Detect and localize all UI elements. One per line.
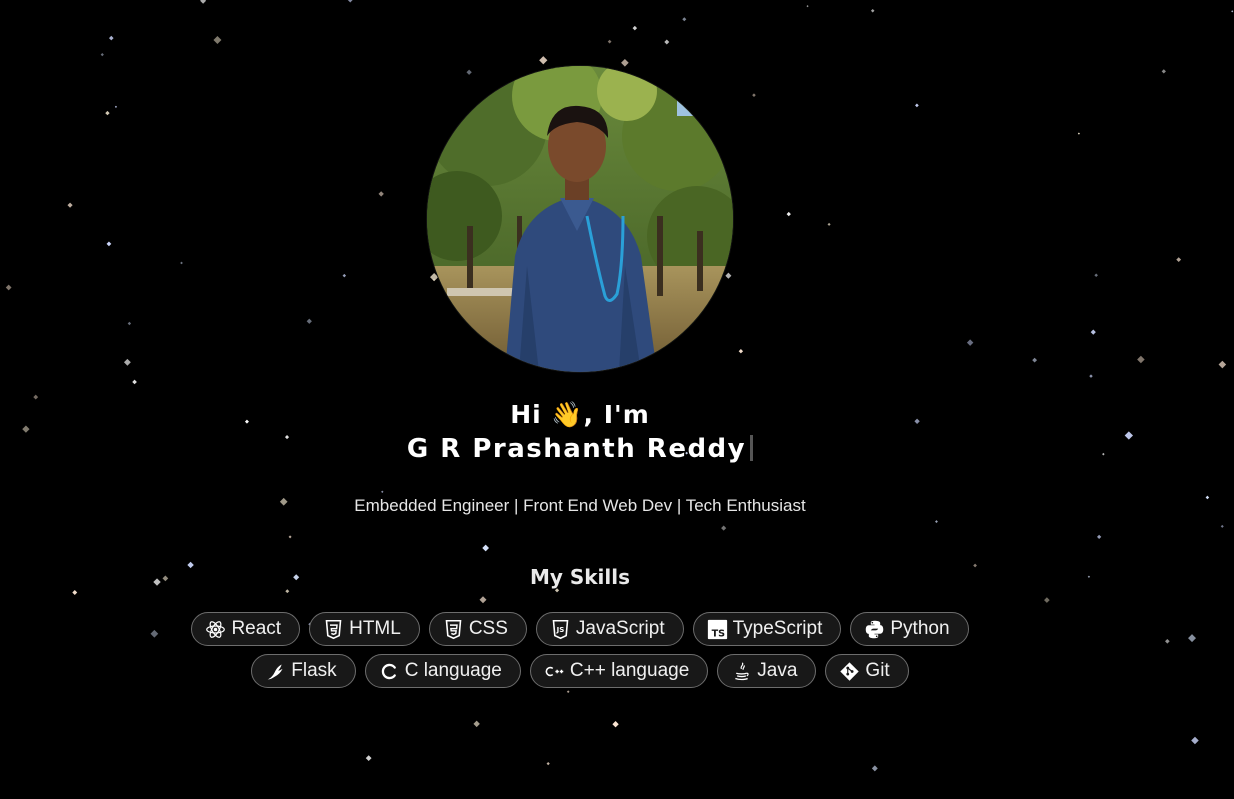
svg-text:TS: TS xyxy=(711,628,725,639)
profile-photo xyxy=(427,66,733,372)
skills-title: My Skills xyxy=(529,565,631,589)
star xyxy=(1220,524,1224,528)
skill-chip-java[interactable]: Java xyxy=(717,654,817,688)
star xyxy=(1231,10,1234,13)
skill-chip-python[interactable]: Python xyxy=(850,612,969,646)
python-icon xyxy=(864,619,885,640)
skill-chip-css[interactable]: CSS xyxy=(428,612,527,646)
star xyxy=(1188,634,1196,643)
star xyxy=(1165,638,1170,644)
skill-chip-flask[interactable]: Flask xyxy=(251,654,356,688)
typing-cursor xyxy=(750,435,754,461)
skill-chip-cplusplus-language[interactable]: C++ language xyxy=(529,654,709,688)
git-icon xyxy=(839,661,860,682)
skill-label: Git xyxy=(865,660,890,681)
java-icon xyxy=(731,661,752,682)
tagline: Embedded Engineer | Front End Web Dev | … xyxy=(354,496,806,515)
skill-chip-html[interactable]: HTML xyxy=(309,612,420,646)
flask-icon xyxy=(265,661,286,682)
skill-chip-typescript[interactable]: TS TypeScript xyxy=(692,612,842,646)
skill-label: C++ language xyxy=(569,660,690,681)
skill-label: TypeScript xyxy=(732,618,823,639)
skill-label: C language xyxy=(404,660,502,681)
star xyxy=(1191,736,1199,745)
profile-photo-image xyxy=(427,66,733,372)
star xyxy=(1218,360,1227,369)
cplusplus-icon xyxy=(544,661,565,682)
svg-text:JS: JS xyxy=(556,626,565,634)
javascript-icon: JS xyxy=(550,619,571,640)
skill-label: Flask xyxy=(291,660,337,681)
react-icon xyxy=(205,619,226,640)
html5-icon xyxy=(323,619,344,640)
name-text: G R Prashanth Reddy xyxy=(406,434,747,464)
skill-chip-c-language[interactable]: C language xyxy=(364,654,521,688)
c-icon xyxy=(379,661,400,682)
skill-label: HTML xyxy=(349,618,401,639)
skill-label: CSS xyxy=(468,618,508,639)
skill-label: Python xyxy=(890,618,950,639)
skill-label: JavaScript xyxy=(575,618,665,639)
skill-label: React xyxy=(231,618,282,639)
css3-icon xyxy=(443,619,464,640)
star xyxy=(1176,257,1182,263)
skill-chip-react[interactable]: React xyxy=(191,612,301,646)
skill-chip-git[interactable]: Git xyxy=(825,654,909,688)
skills-list: React HTML CSS JS JavaScript TS TypeScri… xyxy=(180,612,980,688)
star xyxy=(1205,495,1210,500)
skill-label: Java xyxy=(757,660,798,681)
skill-chip-javascript[interactable]: JS JavaScript xyxy=(535,612,684,646)
star xyxy=(1161,69,1166,74)
name-heading: G R Prashanth Reddy xyxy=(0,434,1160,464)
greeting-text: Hi 👋, I'm xyxy=(510,400,650,429)
typescript-icon: TS xyxy=(707,619,728,640)
